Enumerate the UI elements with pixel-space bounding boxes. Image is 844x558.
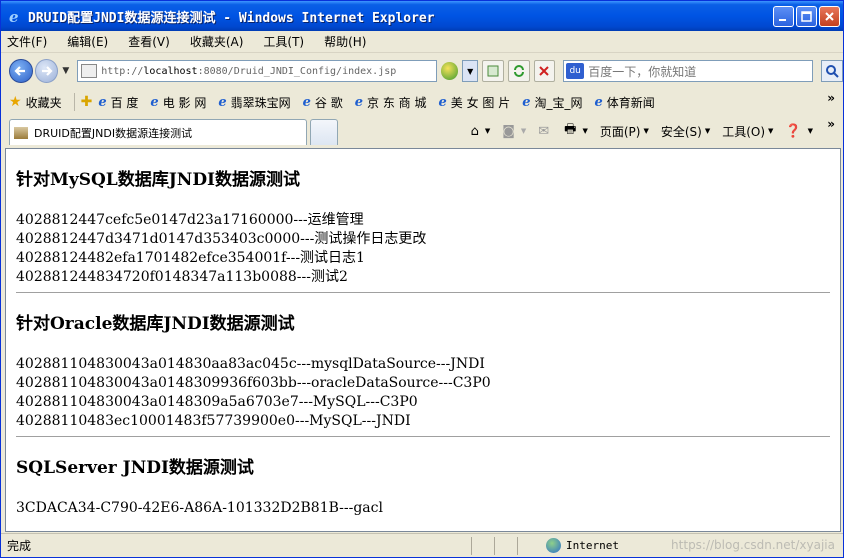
feeds-button[interactable]: ◙ ▼ [502,124,526,139]
favorite-link[interactable]: e谷 歌 [303,94,343,111]
menu-edit[interactable]: 编辑(E) [67,33,108,50]
favorites-bar: ★ 收藏夹 ✚ e百 度 e电 影 网 e 翡翠珠宝网 e谷 歌 e京 东 商 城… [1,89,843,115]
search-icon [826,65,839,78]
favorite-link[interactable]: e电 影 网 [150,94,206,111]
favorites-star-icon[interactable]: ★ [9,94,22,110]
browser-window: e DRUID配置JNDI数据源连接测试 - Windows Internet … [0,0,844,558]
url-text: http://localhost:8080/Druid_JNDI_Config/… [101,65,397,77]
status-bar: 完成 Internet https://blog.csdn.net/xyajia [1,533,843,557]
ie-page-icon: e [150,94,159,110]
favorite-link[interactable]: e京 东 商 城 [355,94,427,111]
compat-view-icon[interactable] [440,62,459,80]
close-button[interactable] [819,6,840,27]
favorite-link[interactable]: e美 女 图 片 [438,94,510,111]
home-button[interactable]: ⌂ ▼ [471,124,491,139]
ie-page-icon: e [354,94,364,110]
search-placeholder: 百度一下，你就知道 [588,64,697,79]
back-button[interactable] [9,59,33,83]
list-item: 4028812447d3471d0147d353403c0000---测试操作日… [16,231,427,247]
search-button[interactable] [821,60,843,82]
favorite-link[interactable]: e 体育新闻 [595,94,655,111]
ie-page-icon: e [98,94,107,110]
printer-icon: 🖶 [564,122,577,137]
list-item: 402881104830043a0148309936f603bb---oracl… [16,375,491,391]
tab-title: DRUID配置JNDI数据源连接测试 [34,126,193,140]
ie-logo-icon: e [7,8,23,26]
section-heading: 针对MySQL数据库JNDI数据源测试 [16,170,301,190]
status-text: 完成 [7,539,32,553]
menu-tools[interactable]: 工具(T) [263,33,304,50]
page-favicon-icon [81,64,98,78]
watermark: https://blog.csdn.net/xyajia [671,538,835,552]
ie-page-icon: e [438,94,447,110]
maximize-button[interactable] [796,6,817,27]
rss-icon: ◙ [502,123,515,139]
menu-help[interactable]: 帮助(H) [324,33,366,50]
mysql-section: 针对MySQL数据库JNDI数据源测试 4028812447cefc5e0147… [6,169,840,287]
chevron-more-icon[interactable]: » [827,117,835,131]
ie-page-icon: e [302,94,311,110]
help-button[interactable]: ❓ ▼ [785,124,813,139]
forward-button[interactable] [34,59,59,83]
globe-icon [546,538,561,553]
new-tab-button[interactable] [310,119,338,145]
address-dropdown-button[interactable]: ▼ [462,60,479,82]
history-dropdown-icon[interactable]: ▼ [62,66,69,76]
menu-bar: 文件(F) 编辑(E) 查看(V) 收藏夹(A) 工具(T) 帮助(H) [1,31,843,53]
safety-menu-button[interactable]: 安全(S) ▼ [661,123,710,140]
favorite-link[interactable]: e百 度 [98,94,138,111]
list-item: 3CDACA34-C790-42E6-A86A-101332D2B81B---g… [16,500,383,516]
section-divider [16,436,830,437]
section-heading: 针对Oracle数据库JNDI数据源测试 [16,314,295,334]
address-toolbar: ▼ http://localhost:8080/Druid_JNDI_Confi… [1,53,843,89]
chevron-more-icon[interactable]: » [827,91,835,105]
page-menu-button[interactable]: 页面(P) ▼ [600,123,649,140]
command-bar: ⌂ ▼ ◙ ▼ ✉ 🖶 ▼ 页面(P) ▼ 安全(S) ▼ 工具(O) ▼ ❓ ▼ [459,121,813,141]
section-divider [16,292,830,293]
favorite-link[interactable]: e 淘_宝_网 [522,94,582,111]
menu-favorites[interactable]: 收藏夹(A) [190,33,244,50]
list-item: 402881104830043a0148309a5a6703e7---MySQL… [16,394,418,410]
minimize-button[interactable] [773,6,794,27]
stop-icon[interactable] [533,60,556,82]
print-button[interactable]: 🖶 ▼ [564,120,588,142]
menu-file[interactable]: 文件(F) [7,33,47,50]
sqlserver-section: SQLServer JNDI数据源测试 3CDACA34-C790-42E6-A… [6,457,840,518]
favorite-link[interactable]: e 翡翠珠宝网 [218,94,290,111]
help-icon: ❓ [785,123,802,139]
mail-button[interactable]: ✉ [538,124,552,139]
oracle-section: 针对Oracle数据库JNDI数据源测试 402881104830043a014… [6,313,840,431]
ie-page-icon: e [594,94,603,110]
list-item: 402881244834720f0148347a113b0088---测试2 [16,269,348,285]
section-heading: SQLServer JNDI数据源测试 [16,458,254,478]
favorites-button[interactable]: 收藏夹 [26,94,62,111]
home-icon: ⌂ [470,123,479,139]
tab-page-icon [14,126,28,139]
list-item: 40288110483ec10001483f57739900e0---MySQL… [16,413,411,429]
search-input[interactable]: du 百度一下，你就知道 [563,60,814,82]
list-item: 4028812447cefc5e0147d23a17160000---运维管理 [16,212,364,228]
ie-page-icon: e [522,94,531,110]
add-favorite-icon[interactable]: ✚ [81,94,93,110]
back-arrow-icon [14,66,25,76]
svg-text:e: e [9,8,19,24]
address-input[interactable]: http://localhost:8080/Druid_JNDI_Config/… [77,60,437,82]
tab-active[interactable]: DRUID配置JNDI数据源连接测试 [9,119,307,145]
favorites-divider [73,93,75,111]
list-item: 40288124482efa1701482efce354001f---测试日志1 [16,250,365,266]
ie-page-icon: e [218,94,227,110]
baidu-logo-icon: du [566,63,585,79]
mail-icon: ✉ [538,123,550,139]
menu-view[interactable]: 查看(V) [128,33,170,50]
list-item: 402881104830043a014830aa83ac045c---mysql… [16,356,485,372]
security-zone[interactable]: Internet [546,538,619,553]
forward-arrow-icon [42,66,54,76]
page-content: 针对MySQL数据库JNDI数据源测试 4028812447cefc5e0147… [5,148,841,532]
rss-page-icon[interactable] [482,60,504,82]
window-title: DRUID配置JNDI数据源连接测试 - Windows Internet Ex… [28,10,435,26]
title-bar[interactable]: e DRUID配置JNDI数据源连接测试 - Windows Internet … [1,1,843,31]
tab-row: DRUID配置JNDI数据源连接测试 ⌂ ▼ ◙ ▼ ✉ 🖶 ▼ 页面(P) ▼ 安全(… [1,115,843,147]
refresh-icon[interactable] [507,60,530,82]
tools-menu-button[interactable]: 工具(O) ▼ [722,123,773,140]
